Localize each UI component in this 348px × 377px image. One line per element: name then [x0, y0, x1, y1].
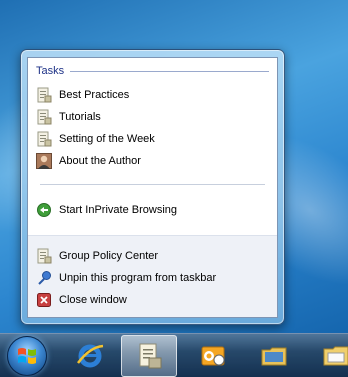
taskbar-outlook-button[interactable] [185, 335, 241, 377]
task-label: Best Practices [59, 89, 130, 101]
task-item-tutorials[interactable]: Tutorials [36, 107, 269, 127]
outlook-icon [201, 346, 225, 366]
task-item-best-practices[interactable]: Best Practices [36, 85, 269, 105]
taskbar-ie-button[interactable] [62, 335, 118, 377]
task-item-about-the-author[interactable]: About the Author [36, 151, 269, 171]
task-label: Setting of the Week [59, 133, 155, 145]
explorer-icon [323, 346, 348, 366]
footer-label: Unpin this program from taskbar [59, 272, 217, 284]
jump-list: Tasks Best Practices Tutorials Setting o… [20, 49, 285, 325]
document-icon [36, 109, 52, 125]
start-inprivate-browsing[interactable]: Start InPrivate Browsing [36, 200, 269, 220]
group-policy-center-icon [139, 343, 162, 369]
author-photo-icon [36, 153, 52, 169]
taskbar-folder-button[interactable] [246, 335, 302, 377]
footer-label: Group Policy Center [59, 250, 159, 262]
section-divider [40, 184, 265, 185]
task-label: Tutorials [59, 111, 101, 123]
footer-item-group-policy-center[interactable]: Group Policy Center [36, 246, 269, 266]
task-item-setting-of-the-week[interactable]: Setting of the Week [36, 129, 269, 149]
tasks-section-header: Tasks [36, 63, 269, 79]
tasks-header: Tasks [36, 65, 65, 77]
windows-logo-icon [18, 348, 36, 364]
taskbar [0, 333, 348, 377]
taskbar-explorer-button[interactable] [308, 335, 348, 377]
taskbar-group-policy-center-button[interactable] [121, 335, 177, 377]
document-icon [36, 87, 52, 103]
inprivate-icon [36, 202, 52, 218]
folder-icon [261, 347, 287, 366]
section-rule [70, 70, 269, 72]
footer-label: Close window [59, 294, 127, 306]
jump-list-footer: Group Policy Center Unpin this program f… [28, 235, 277, 317]
footer-item-unpin[interactable]: Unpin this program from taskbar [36, 268, 269, 288]
jump-list-panel: Tasks Best Practices Tutorials Setting o… [27, 57, 278, 318]
inprivate-label: Start InPrivate Browsing [59, 204, 177, 216]
start-button[interactable] [7, 336, 47, 376]
document-icon [36, 131, 52, 147]
internet-explorer-icon [77, 344, 104, 368]
close-window-icon [36, 292, 52, 308]
task-label: About the Author [59, 155, 141, 167]
footer-item-close-window[interactable]: Close window [36, 290, 269, 310]
document-icon [36, 248, 52, 264]
unpin-icon [36, 270, 52, 286]
